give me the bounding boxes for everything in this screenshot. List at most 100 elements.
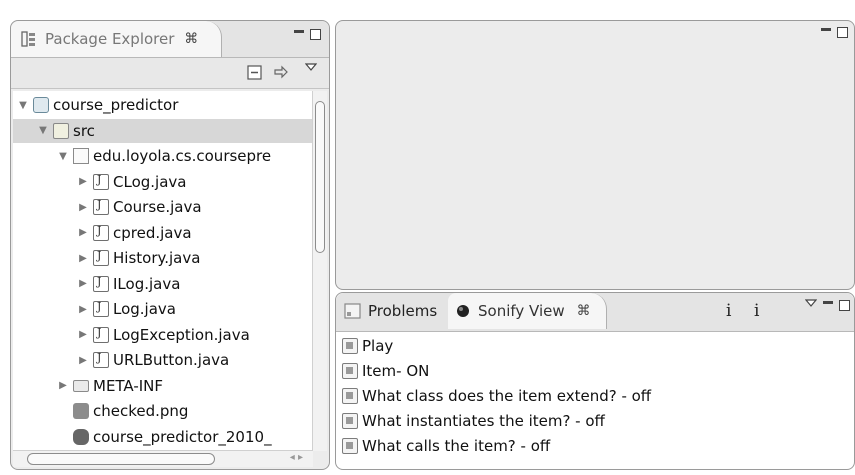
sonify-option-item[interactable]: What calls the item? - off (342, 433, 850, 458)
tree-item-label: course_predictor (53, 96, 179, 114)
java-file-icon (93, 351, 109, 368)
problems-tab-label: Problems (368, 302, 438, 320)
package-explorer-view: Package Explorer ⌘ ▼ course_predictor ▼ src… (10, 20, 330, 470)
tree-item-label: edu.loyola.cs.coursepre (93, 147, 272, 165)
tree-item[interactable]: ▶ Log.java (13, 297, 313, 321)
tree-item-label: Course.java (113, 198, 202, 216)
minimize-icon[interactable] (294, 30, 304, 33)
collapsed-arrow-icon[interactable]: ▶ (77, 329, 89, 340)
java-file-icon (93, 173, 109, 190)
horizontal-scroll-thumb[interactable] (27, 453, 215, 465)
horizontal-scrollbar[interactable]: ◂ ▸ (13, 450, 313, 467)
tree-item-label: CLog.java (113, 172, 187, 191)
sonify-option-icon (342, 412, 358, 429)
editor-area (335, 20, 855, 290)
maximize-icon[interactable] (310, 29, 321, 40)
minimize-icon[interactable] (823, 301, 833, 304)
tree-item-label: Log.java (113, 300, 176, 318)
collapsed-arrow-icon[interactable]: ▶ (77, 176, 89, 187)
minimize-icon[interactable] (821, 28, 831, 31)
tree-item-label: ILog.java (113, 274, 181, 293)
java-file-icon (93, 300, 109, 317)
scroll-arrows-icon[interactable]: ◂ ▸ (290, 452, 303, 463)
vertical-scrollbar[interactable] (312, 91, 327, 451)
tree-item[interactable]: ▶ Course.java (13, 195, 313, 219)
sonify-option-label: What calls the item? - off (362, 436, 551, 455)
sonify-option-icon (342, 387, 358, 404)
sonify-option-item[interactable]: Item- ON (342, 358, 850, 383)
tree-item-label: LogException.java (113, 325, 250, 344)
tree-item[interactable]: ▶ LogException.java (13, 323, 313, 347)
tree-item[interactable]: ▶ ILog.java (13, 272, 313, 296)
java-file-icon (93, 275, 109, 292)
tree-item-label: cpred.java (113, 223, 192, 242)
collapsed-arrow-icon[interactable]: ▶ (57, 380, 69, 391)
tab-problems[interactable]: Problems (336, 293, 448, 329)
tree-item-label: course_predictor_2010_ (93, 427, 272, 446)
sonify-option-item[interactable]: What instantiates the item? - off (342, 408, 850, 433)
view-menu-icon[interactable] (805, 298, 817, 308)
tree-item[interactable]: ▼ course_predictor (13, 93, 313, 117)
folder-icon (73, 379, 89, 392)
tree-item[interactable]: ▶ META-INF (13, 374, 313, 398)
source-folder-icon (53, 122, 69, 139)
collapsed-arrow-icon[interactable]: ▶ (77, 227, 89, 238)
sonify-view-panel: Problems Sonify View ⌘ i i Play Item- ON W… (335, 292, 855, 470)
collapse-all-icon[interactable] (247, 65, 263, 81)
tree-item-label: URLButton.java (113, 351, 230, 369)
java-file-icon (93, 198, 109, 215)
editor-window-controls (821, 27, 848, 38)
link-with-editor-icon[interactable] (273, 65, 291, 81)
maximize-icon[interactable] (837, 27, 848, 38)
maximize-icon[interactable] (839, 300, 850, 311)
sonify-option-label: Play (362, 336, 394, 355)
tree-item[interactable]: ▼ src (13, 118, 313, 143)
info-icon[interactable]: i (726, 301, 731, 321)
expanded-arrow-icon[interactable]: ▼ (57, 151, 69, 162)
tab-package-explorer[interactable]: Package Explorer ⌘ (11, 21, 222, 57)
collapsed-arrow-icon[interactable]: ▶ (77, 278, 89, 289)
package-explorer-icon (21, 31, 35, 47)
sonify-view-icon (457, 305, 469, 317)
package-explorer-tab-label: Package Explorer (45, 30, 175, 48)
package-icon (73, 148, 89, 164)
sonify-options-list: Play Item- ON What class does the item ext… (342, 333, 850, 458)
tree-item[interactable]: checked.png (13, 399, 313, 423)
tree-item[interactable]: ▶ History.java (13, 246, 313, 270)
close-icon[interactable]: ⌘ (184, 31, 198, 47)
view-menu-icon[interactable] (305, 62, 317, 72)
sonify-option-icon (342, 437, 358, 454)
sonify-option-item[interactable]: What class does the item extend? - off (342, 383, 850, 408)
close-icon[interactable]: ⌘ (577, 303, 591, 319)
sonify-view-tab-label: Sonify View (478, 302, 565, 320)
info-icon-2[interactable]: i (754, 301, 759, 321)
bottom-window-controls (805, 298, 850, 311)
problems-icon (344, 303, 361, 319)
project-icon (33, 97, 49, 113)
java-file-icon (93, 249, 109, 266)
bottom-tabbar: Problems Sonify View ⌘ i i (336, 293, 854, 332)
sonify-option-item[interactable]: Play (342, 333, 850, 358)
tree-item[interactable]: ▼ edu.loyola.cs.coursepre (13, 144, 313, 168)
collapsed-arrow-icon[interactable]: ▶ (77, 304, 89, 315)
tab-sonify-view[interactable]: Sonify View ⌘ (448, 293, 607, 329)
sonify-option-icon (342, 362, 358, 379)
tree-item[interactable]: ▶ cpred.java (13, 221, 313, 245)
expanded-arrow-icon[interactable]: ▼ (37, 125, 49, 136)
jar-file-icon (73, 428, 89, 445)
sonify-option-label: What class does the item extend? - off (362, 386, 652, 405)
image-file-icon (73, 403, 89, 419)
collapsed-arrow-icon[interactable]: ▶ (77, 355, 89, 366)
sonify-option-label: Item- ON (362, 361, 430, 380)
collapsed-arrow-icon[interactable]: ▶ (77, 253, 89, 264)
package-tree[interactable]: ▼ course_predictor ▼ src ▼ edu.loyola.cs.cour… (13, 91, 313, 451)
java-file-icon (93, 224, 109, 241)
tree-item[interactable]: course_predictor_2010_ (13, 425, 313, 449)
tree-item-label: META-INF (93, 376, 164, 395)
collapsed-arrow-icon[interactable]: ▶ (77, 202, 89, 213)
vertical-scroll-thumb[interactable] (315, 101, 325, 253)
tree-item[interactable]: ▶ URLButton.java (13, 348, 313, 372)
expanded-arrow-icon[interactable]: ▼ (17, 100, 29, 111)
tree-item[interactable]: ▶ CLog.java (13, 170, 313, 194)
tree-item-label: checked.png (93, 402, 189, 420)
